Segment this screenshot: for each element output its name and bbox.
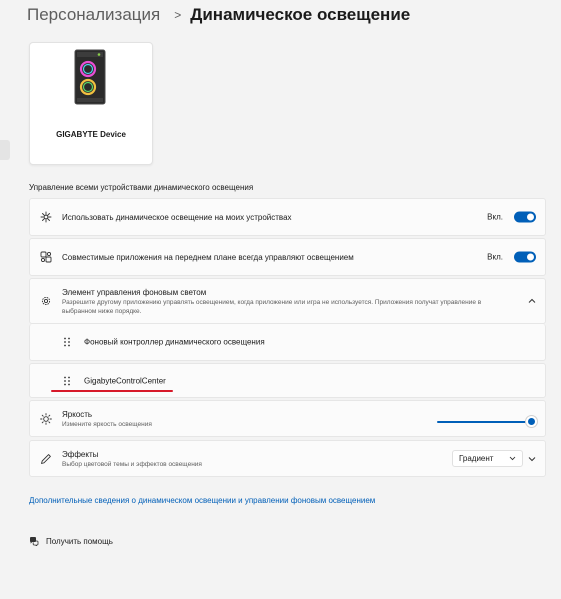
- gigabyte-control-center-label: GigabyteControlCenter: [84, 376, 166, 385]
- effects-label: Эффекты: [62, 450, 99, 459]
- gear-icon: [41, 296, 51, 306]
- background-control-label: Элемент управления фоновым светом: [62, 288, 207, 297]
- brightness-label: Яркость: [62, 410, 93, 419]
- device-name: GIGABYTE Device: [56, 130, 126, 139]
- get-help-link[interactable]: Получить помощь: [29, 536, 113, 546]
- get-help-label: Получить помощь: [46, 536, 113, 546]
- breadcrumb: Персонализация > Динамическое освещение: [27, 5, 410, 25]
- foreground-apps-label: Совместимые приложения на переднем плане…: [62, 253, 354, 262]
- effects-row[interactable]: Эффекты Выбор цветовой темы и эффектов о…: [29, 440, 546, 477]
- chevron-down-icon[interactable]: [527, 454, 537, 464]
- background-controller-label: Фоновый контроллер динамического освещен…: [84, 337, 265, 347]
- device-card[interactable]: GIGABYTE Device: [29, 42, 153, 165]
- foreground-apps-row: Совместимые приложения на переднем плане…: [29, 238, 546, 276]
- breadcrumb-personalization-link[interactable]: Персонализация: [27, 5, 160, 25]
- brightness-row: Яркость Измените яркость освещения: [29, 400, 546, 437]
- section-title: Управление всеми устройствами динамическ…: [29, 183, 254, 192]
- red-underline-annotation: [51, 390, 173, 392]
- brightness-description: Измените яркость освещения: [62, 421, 152, 428]
- background-control-header[interactable]: Элемент управления фоновым светом Разреш…: [29, 278, 546, 324]
- gigabyte-control-center-item[interactable]: GigabyteControlCenter: [29, 363, 546, 398]
- foreground-apps-state: Вкл.: [487, 252, 503, 262]
- effects-selected-value: Градиент: [459, 454, 494, 463]
- use-dynamic-lighting-row: Использовать динамическое освещение на м…: [29, 198, 546, 236]
- sun-icon: [40, 412, 52, 425]
- pen-icon: [41, 453, 51, 464]
- brightness-slider-thumb[interactable]: [528, 418, 535, 425]
- effects-select[interactable]: Градиент: [452, 450, 523, 467]
- chevron-up-icon[interactable]: [527, 296, 537, 306]
- brightness-slider-track[interactable]: [437, 421, 532, 423]
- breadcrumb-separator: >: [174, 8, 182, 22]
- more-info-link[interactable]: Дополнительные сведения о динамическом о…: [29, 496, 375, 505]
- drag-handle-icon[interactable]: [63, 337, 71, 347]
- help-chat-icon: [30, 537, 39, 546]
- chevron-down-icon: [509, 456, 516, 461]
- use-dynamic-lighting-toggle[interactable]: [514, 211, 536, 223]
- use-dynamic-lighting-state: Вкл.: [487, 212, 503, 222]
- background-controller-item[interactable]: Фоновый контроллер динамического освещен…: [29, 324, 546, 361]
- use-dynamic-lighting-label: Использовать динамическое освещение на м…: [62, 213, 292, 222]
- drag-handle-icon[interactable]: [63, 376, 71, 386]
- nav-pane-edge[interactable]: [0, 140, 10, 160]
- sparkle-icon: [40, 211, 52, 223]
- foreground-apps-toggle[interactable]: [514, 251, 536, 263]
- pc-case-rgb-icon: [74, 49, 106, 105]
- apps-icon: [40, 251, 52, 263]
- effects-description: Выбор цветовой темы и эффектов освещения: [62, 461, 202, 468]
- page-title: Динамическое освещение: [190, 5, 411, 24]
- background-control-description: Разрешите другому приложению управлять о…: [62, 299, 482, 315]
